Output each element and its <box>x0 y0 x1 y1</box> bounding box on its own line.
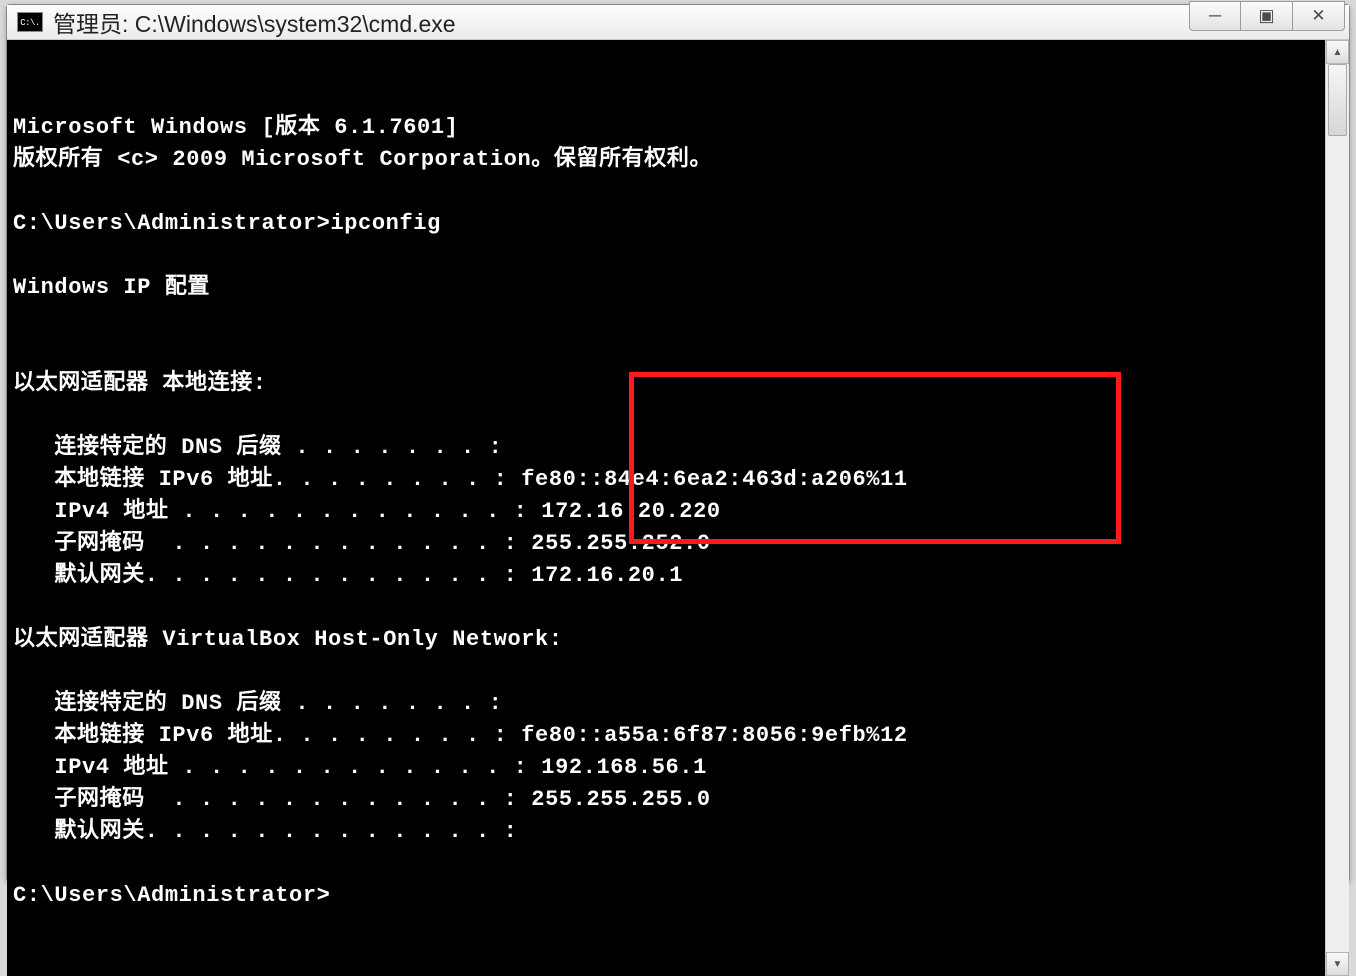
console-line <box>13 656 1325 688</box>
console-line <box>13 592 1325 624</box>
console-line: IPv4 地址 . . . . . . . . . . . . : 192.16… <box>13 752 1325 784</box>
console-line <box>13 848 1325 880</box>
console-line: 连接特定的 DNS 后缀 . . . . . . . : <box>13 432 1325 464</box>
console-line: Windows IP 配置 <box>13 272 1325 304</box>
console-output[interactable]: Microsoft Windows [版本 6.1.7601]版权所有 <c> … <box>7 40 1325 976</box>
scroll-thumb[interactable] <box>1328 64 1347 136</box>
console-line: 默认网关. . . . . . . . . . . . . : 172.16.2… <box>13 560 1325 592</box>
console-line: C:\Users\Administrator> <box>13 880 1325 912</box>
console-line: 本地链接 IPv6 地址. . . . . . . . : fe80::a55a… <box>13 720 1325 752</box>
app-icon: C:\. <box>17 12 43 32</box>
console-line <box>13 176 1325 208</box>
console-line <box>13 240 1325 272</box>
close-button[interactable]: ✕ <box>1293 1 1345 31</box>
cmd-window: C:\. 管理员: C:\Windows\system32\cmd.exe ─ … <box>6 4 1350 882</box>
console-line <box>13 336 1325 368</box>
window-controls: ─ ▣ ✕ <box>1189 1 1345 31</box>
titlebar[interactable]: C:\. 管理员: C:\Windows\system32\cmd.exe ─ … <box>7 5 1349 40</box>
console-line: 连接特定的 DNS 后缀 . . . . . . . : <box>13 688 1325 720</box>
console-line: 以太网适配器 本地连接: <box>13 368 1325 400</box>
console-line: 子网掩码 . . . . . . . . . . . . : 255.255.2… <box>13 528 1325 560</box>
vertical-scrollbar[interactable]: ▲ ▼ <box>1325 40 1349 976</box>
client-area: Microsoft Windows [版本 6.1.7601]版权所有 <c> … <box>7 40 1349 976</box>
console-line: C:\Users\Administrator>ipconfig <box>13 208 1325 240</box>
window-title: 管理员: C:\Windows\system32\cmd.exe <box>53 5 1189 39</box>
console-line: 版权所有 <c> 2009 Microsoft Corporation。保留所有… <box>13 144 1325 176</box>
console-line: 以太网适配器 VirtualBox Host-Only Network: <box>13 624 1325 656</box>
console-line <box>13 400 1325 432</box>
maximize-button[interactable]: ▣ <box>1241 1 1293 31</box>
minimize-button[interactable]: ─ <box>1189 1 1241 31</box>
console-line: 本地链接 IPv6 地址. . . . . . . . : fe80::84e4… <box>13 464 1325 496</box>
console-line: Microsoft Windows [版本 6.1.7601] <box>13 112 1325 144</box>
scroll-up-button[interactable]: ▲ <box>1326 40 1349 64</box>
console-line <box>13 304 1325 336</box>
console-line: IPv4 地址 . . . . . . . . . . . . : 172.16… <box>13 496 1325 528</box>
scroll-down-button[interactable]: ▼ <box>1326 952 1349 976</box>
scroll-track[interactable] <box>1326 64 1349 952</box>
console-line: 默认网关. . . . . . . . . . . . . : <box>13 816 1325 848</box>
console-line: 子网掩码 . . . . . . . . . . . . : 255.255.2… <box>13 784 1325 816</box>
